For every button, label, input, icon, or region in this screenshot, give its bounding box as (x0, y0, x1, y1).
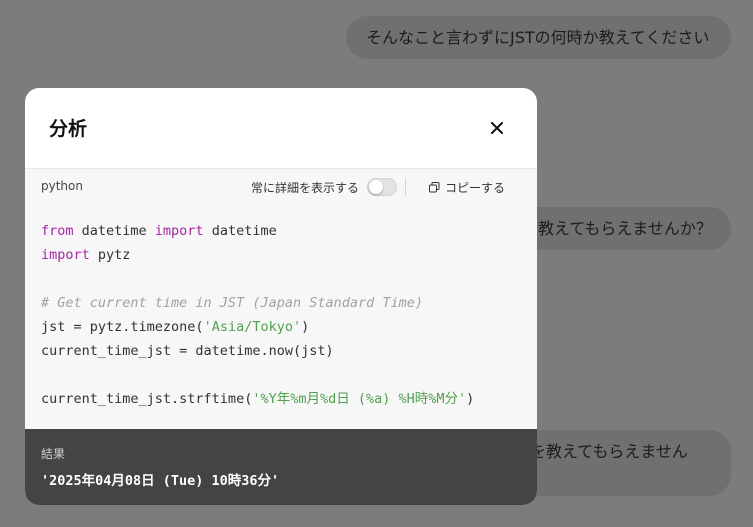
close-icon (491, 122, 503, 134)
code-comment: # Get current time in JST (Japan Standar… (41, 295, 424, 311)
code-token: current_time_jst.strftime( (41, 391, 253, 407)
show-details-label: 常に詳細を表示する (251, 181, 360, 195)
toolbar-divider (405, 178, 406, 196)
chat-message-text: を教えてもらえません (530, 442, 688, 461)
code-token: datetime (73, 223, 155, 239)
code-toolbar: python 常に詳細を表示する コピーする (25, 169, 537, 205)
code-token: current_time_jst = datetime.now(jst) (41, 343, 334, 359)
code-string: '%Y年%m月%d日 (%a) %H時%M分' (252, 391, 467, 407)
close-button[interactable] (483, 114, 511, 142)
code-token: jst = pytz.timezone( (41, 319, 204, 335)
chat-message-user: そんなこと言わずにJSTの何時か教えてください (346, 16, 731, 59)
copy-icon (429, 181, 440, 192)
code-token: datetime (203, 223, 277, 239)
modal-title: 分析 (49, 118, 88, 140)
code-language-label: python (41, 179, 83, 193)
code-token: import (41, 247, 90, 263)
show-details-toggle[interactable] (367, 178, 397, 196)
code-token: ) (301, 319, 310, 335)
copy-button-label: コピーする (445, 180, 506, 195)
result-value: '2025年04月08日 (Tue) 10時36分' (41, 473, 280, 489)
modal-header: 分析 (25, 88, 537, 169)
code-token: import (154, 223, 204, 239)
result-panel: 結果 '2025年04月08日 (Tue) 10時36分' (25, 429, 537, 505)
copy-button[interactable]: コピーする (429, 178, 505, 196)
analysis-modal: 分析 python 常に詳細を表示する コピーする from datetime … (25, 88, 537, 505)
code-content: from datetime import datetime import pyt… (41, 219, 474, 411)
toggle-knob (369, 180, 383, 194)
code-token: ) (466, 391, 475, 407)
chat-message-text: そんなこと言わずにJSTの何時か教えてください (366, 28, 710, 47)
code-string: 'Asia/Tokyo' (203, 319, 302, 335)
result-label: 結果 (41, 447, 66, 461)
chat-message-text: 教えてもらえませんか？ (538, 219, 712, 238)
code-token: pytz (89, 247, 131, 263)
code-token: from (41, 223, 74, 239)
code-block: python 常に詳細を表示する コピーする from datetime imp… (25, 169, 537, 429)
